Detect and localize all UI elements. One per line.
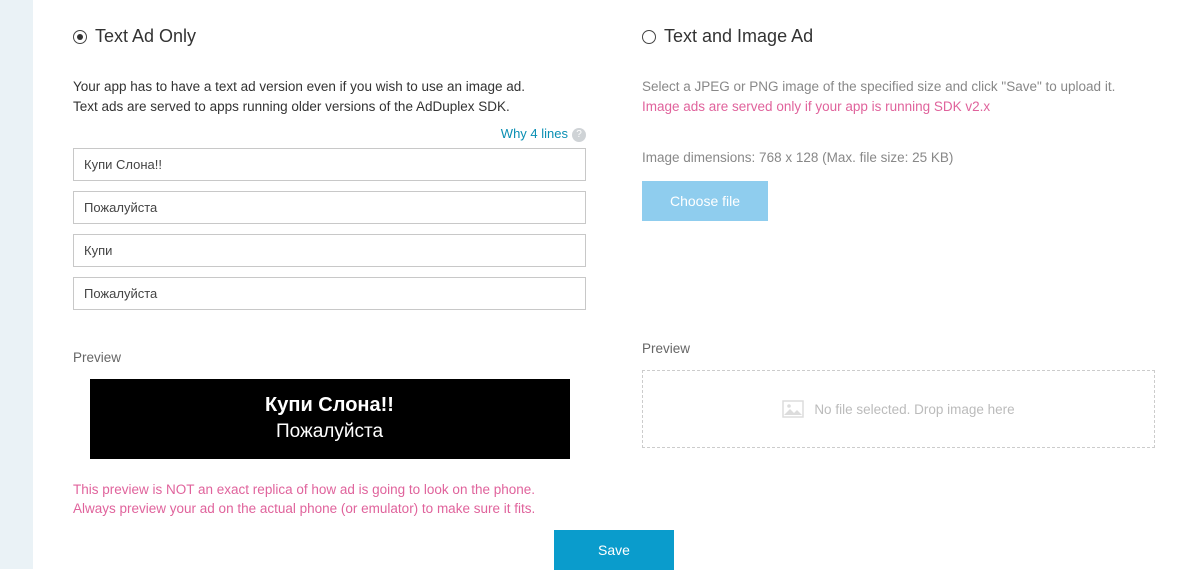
text-ad-column: Text Ad Only Your app has to have a text… <box>73 26 586 518</box>
image-dimensions-note: Image dimensions: 768 x 128 (Max. file s… <box>642 150 1155 165</box>
drop-zone-text: No file selected. Drop image here <box>814 402 1014 417</box>
image-icon <box>782 400 804 418</box>
text-ad-radio-label: Text Ad Only <box>95 26 196 47</box>
radio-icon <box>642 30 656 44</box>
radio-icon <box>73 30 87 44</box>
left-gutter <box>0 0 33 569</box>
text-preview-label: Preview <box>73 350 586 365</box>
ad-line-1-input[interactable] <box>73 148 586 181</box>
help-icon[interactable]: ? <box>572 128 586 142</box>
image-ad-column: Text and Image Ad Select a JPEG or PNG i… <box>642 26 1155 518</box>
text-ad-preview: Купи Слона!! Пожалуйста <box>90 379 570 459</box>
image-ad-radio-label: Text and Image Ad <box>664 26 813 47</box>
why-4-lines-link[interactable]: Why 4 lines <box>501 126 568 141</box>
image-ad-desc-1: Select a JPEG or PNG image of the specif… <box>642 77 1155 97</box>
preview-disclaimer-2: Always preview your ad on the actual pho… <box>73 500 586 519</box>
image-preview-label: Preview <box>642 341 1155 356</box>
image-drop-zone[interactable]: No file selected. Drop image here <box>642 370 1155 448</box>
ad-line-2-input[interactable] <box>73 191 586 224</box>
image-ad-desc-2: Image ads are served only if your app is… <box>642 97 1155 117</box>
preview-disclaimer-1: This preview is NOT an exact replica of … <box>73 481 586 500</box>
image-ad-radio[interactable]: Text and Image Ad <box>642 26 1155 47</box>
preview-subtitle: Пожалуйста <box>276 421 383 443</box>
ad-line-3-input[interactable] <box>73 234 586 267</box>
preview-title: Купи Слона!! <box>265 394 394 417</box>
ad-line-4-input[interactable] <box>73 277 586 310</box>
save-button[interactable]: Save <box>554 530 674 570</box>
text-ad-radio[interactable]: Text Ad Only <box>73 26 586 47</box>
text-ad-desc-1: Your app has to have a text ad version e… <box>73 77 586 97</box>
text-ad-desc-2: Text ads are served to apps running olde… <box>73 97 586 117</box>
choose-file-button[interactable]: Choose file <box>642 181 768 221</box>
